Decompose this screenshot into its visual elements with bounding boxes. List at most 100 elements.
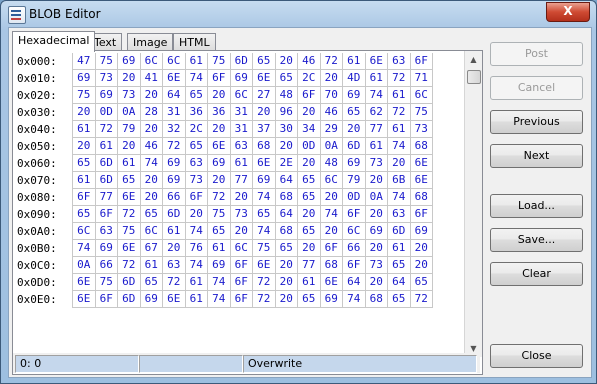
hex-byte-cell[interactable]: 69 — [140, 291, 163, 308]
hex-byte-cell[interactable]: 20 — [230, 189, 253, 206]
hex-byte-cell[interactable]: 76 — [185, 240, 208, 257]
hex-byte-cell[interactable]: 75 — [253, 240, 276, 257]
hex-byte-cell[interactable]: 36 — [185, 104, 208, 121]
hex-byte-cell[interactable]: 74 — [388, 138, 411, 155]
hex-byte-cell[interactable]: 74 — [388, 189, 411, 206]
hex-byte-cell[interactable]: 75 — [208, 206, 231, 223]
tab-html[interactable]: HTML — [173, 33, 216, 51]
hex-byte-cell[interactable]: 73 — [410, 121, 433, 138]
hex-byte-cell[interactable]: 6E — [365, 53, 388, 70]
hex-byte-cell[interactable]: 20 — [72, 104, 96, 121]
hex-byte-cell[interactable]: 71 — [410, 70, 433, 87]
hex-byte-cell[interactable]: 61 — [388, 121, 411, 138]
hex-byte-cell[interactable]: 6E — [410, 172, 433, 189]
hex-byte-cell[interactable]: 20 — [320, 70, 343, 87]
hex-byte-cell[interactable]: 61 — [185, 291, 208, 308]
hex-byte-cell[interactable]: 6E — [163, 291, 186, 308]
hex-byte-cell[interactable]: 2C — [298, 70, 321, 87]
hex-byte-cell[interactable]: 6F — [230, 291, 253, 308]
hex-byte-cell[interactable]: 0D — [343, 189, 366, 206]
hex-byte-cell[interactable]: 72 — [320, 53, 343, 70]
hex-byte-cell[interactable]: 0A — [118, 104, 141, 121]
hex-byte-cell[interactable]: 64 — [275, 172, 298, 189]
hex-byte-cell[interactable]: 69 — [365, 223, 388, 240]
hex-grid[interactable]: 0x000: 47 75 69 6C 6C 61 75 6D 65 20 46 72 61 6E 63 6F 0x… — [15, 53, 464, 359]
hex-byte-cell[interactable]: 20 — [185, 206, 208, 223]
hex-byte-cell[interactable]: 20 — [298, 240, 321, 257]
hex-byte-cell[interactable]: 74 — [208, 274, 231, 291]
hex-byte-cell[interactable]: 73 — [230, 206, 253, 223]
hex-byte-cell[interactable]: 20 — [275, 257, 298, 274]
hex-byte-cell[interactable]: 20 — [253, 104, 276, 121]
hex-byte-cell[interactable]: 69 — [72, 70, 96, 87]
hex-byte-cell[interactable]: 20 — [163, 240, 186, 257]
hex-byte-cell[interactable]: 65 — [140, 274, 163, 291]
hex-byte-cell[interactable]: 20 — [343, 121, 366, 138]
hex-byte-cell[interactable]: 77 — [298, 257, 321, 274]
hex-byte-cell[interactable]: 6F — [185, 189, 208, 206]
hex-byte-cell[interactable]: 6E — [163, 70, 186, 87]
hex-byte-cell[interactable]: 65 — [72, 206, 96, 223]
hex-byte-cell[interactable]: 6E — [208, 138, 231, 155]
hex-byte-cell[interactable]: 6C — [163, 53, 186, 70]
hex-byte-cell[interactable]: 20 — [275, 274, 298, 291]
hex-byte-cell[interactable]: 20 — [365, 240, 388, 257]
hex-byte-cell[interactable]: 69 — [208, 155, 231, 172]
hex-byte-cell[interactable]: 20 — [230, 223, 253, 240]
hex-byte-cell[interactable]: 20 — [208, 87, 231, 104]
hex-byte-cell[interactable]: 69 — [343, 87, 366, 104]
hex-byte-cell[interactable]: 20 — [298, 206, 321, 223]
hex-byte-cell[interactable]: 68 — [275, 223, 298, 240]
hex-byte-cell[interactable]: 64 — [343, 274, 366, 291]
hex-byte-cell[interactable]: 20 — [410, 240, 433, 257]
hex-byte-cell[interactable]: 63 — [95, 223, 118, 240]
hex-byte-cell[interactable]: 68 — [253, 138, 276, 155]
hex-byte-cell[interactable]: 20 — [275, 53, 298, 70]
hex-byte-cell[interactable]: 6F — [343, 206, 366, 223]
hex-byte-cell[interactable]: 65 — [388, 257, 411, 274]
hex-byte-cell[interactable]: 64 — [388, 274, 411, 291]
hex-byte-cell[interactable]: 46 — [140, 138, 163, 155]
hex-byte-cell[interactable]: 20 — [208, 121, 231, 138]
hex-byte-cell[interactable]: 28 — [140, 104, 163, 121]
close-window-button[interactable]: X — [546, 2, 590, 22]
hex-byte-cell[interactable]: 72 — [410, 291, 433, 308]
next-button[interactable]: Next — [490, 144, 583, 168]
hex-byte-cell[interactable]: 69 — [163, 172, 186, 189]
hex-byte-cell[interactable]: 65 — [275, 70, 298, 87]
hex-byte-cell[interactable]: 48 — [320, 155, 343, 172]
hex-byte-cell[interactable]: 61 — [365, 70, 388, 87]
hex-byte-cell[interactable]: 6F — [72, 189, 96, 206]
hex-byte-cell[interactable]: 68 — [410, 138, 433, 155]
hex-byte-cell[interactable]: 6C — [140, 53, 163, 70]
hex-byte-cell[interactable]: 20 — [320, 189, 343, 206]
hex-byte-cell[interactable]: 36 — [208, 104, 231, 121]
hex-byte-cell[interactable]: 69 — [163, 155, 186, 172]
hex-byte-cell[interactable]: 63 — [230, 138, 253, 155]
hex-byte-cell[interactable]: 6C — [230, 240, 253, 257]
hex-byte-cell[interactable]: 69 — [95, 87, 118, 104]
hex-byte-cell[interactable]: 20 — [140, 87, 163, 104]
hex-byte-cell[interactable]: 2E — [275, 155, 298, 172]
hex-byte-cell[interactable]: 61 — [140, 257, 163, 274]
hex-byte-cell[interactable]: 65 — [72, 155, 96, 172]
hex-byte-cell[interactable]: 65 — [298, 189, 321, 206]
hex-byte-cell[interactable]: 75 — [208, 53, 231, 70]
hex-byte-cell[interactable]: 6F — [208, 70, 231, 87]
hex-byte-cell[interactable]: 64 — [163, 87, 186, 104]
hex-byte-cell[interactable]: 37 — [253, 121, 276, 138]
hex-byte-cell[interactable]: 66 — [163, 189, 186, 206]
hex-byte-cell[interactable]: 0A — [365, 189, 388, 206]
hex-byte-cell[interactable]: 20 — [72, 138, 96, 155]
hex-byte-cell[interactable]: 74 — [253, 189, 276, 206]
vertical-scroll-thumb[interactable] — [467, 70, 481, 84]
hex-byte-cell[interactable]: 73 — [185, 172, 208, 189]
hex-byte-cell[interactable]: 72 — [163, 274, 186, 291]
hex-byte-cell[interactable]: 61 — [185, 274, 208, 291]
hex-byte-cell[interactable]: 72 — [208, 189, 231, 206]
hex-byte-cell[interactable]: 20 — [388, 155, 411, 172]
hex-byte-cell[interactable]: 69 — [343, 155, 366, 172]
hex-byte-cell[interactable]: 6E — [253, 257, 276, 274]
close-button[interactable]: Close — [490, 344, 583, 368]
save-button[interactable]: Save... — [490, 228, 583, 252]
